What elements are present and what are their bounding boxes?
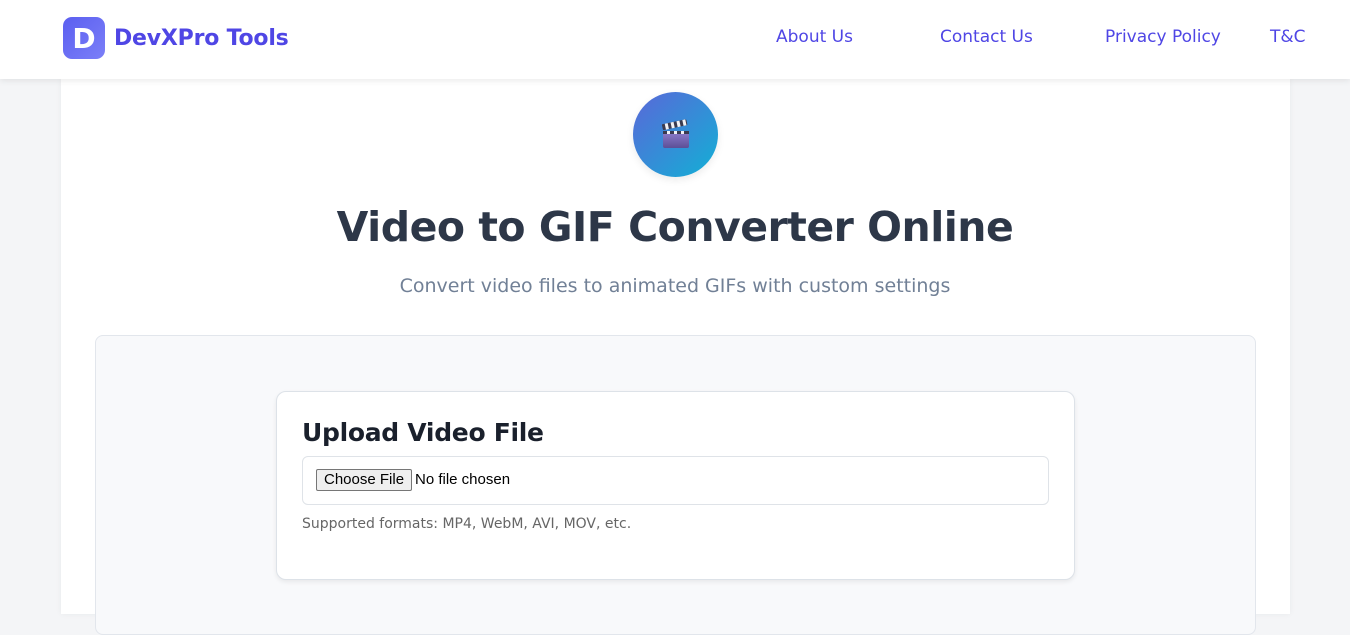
clapper-board-icon [661, 118, 689, 148]
choose-file-button[interactable]: Choose File [316, 469, 413, 491]
nav-link-about[interactable]: About Us [776, 27, 853, 47]
top-navbar: D DevXPro Tools About Us Contact Us Priv… [0, 0, 1350, 79]
upload-heading: Upload Video File [302, 418, 544, 447]
nav-link-privacy[interactable]: Privacy Policy [1105, 27, 1221, 47]
page-subtitle: Convert video files to animated GIFs wit… [399, 275, 951, 297]
supported-formats-hint: Supported formats: MP4, WebM, AVI, MOV, … [302, 516, 632, 532]
hero-icon-circle [633, 92, 718, 177]
nav-link-contact[interactable]: Contact Us [940, 27, 1033, 47]
brand-link[interactable]: D DevXPro Tools [63, 17, 289, 59]
brand-name: DevXPro Tools [114, 25, 289, 51]
page-title: Video to GIF Converter Online [336, 203, 1014, 251]
brand-logo-icon: D [63, 17, 105, 59]
nav-link-terms[interactable]: T&C [1270, 27, 1306, 47]
file-status-text: No file chosen [415, 471, 511, 488]
